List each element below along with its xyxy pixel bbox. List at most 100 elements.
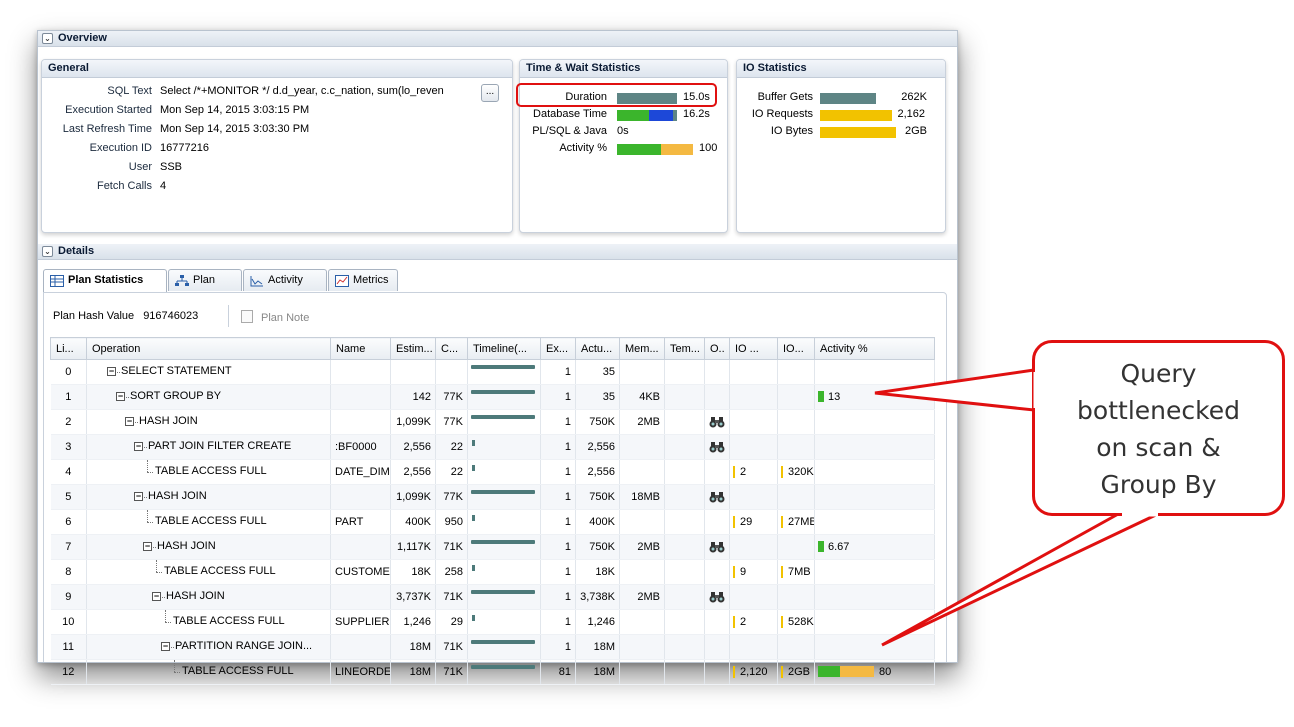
collapse-tree-icon[interactable]: −	[116, 392, 125, 401]
tab-plan[interactable]: Plan	[168, 269, 242, 291]
cell-exec: 81	[540, 659, 576, 685]
collapse-tree-icon[interactable]: −	[134, 442, 143, 451]
operation-label: HASH JOIN	[166, 590, 225, 602]
collapse-chevron-icon[interactable]: ⌄	[42, 33, 53, 44]
cell-line: 5	[50, 484, 87, 510]
io-label: IO Requests	[751, 108, 813, 120]
table-row[interactable]: 9 − HASH JOIN 3,737K 71K 1 3,738K 2MB	[50, 584, 935, 610]
callout-line: bottlenecked	[1077, 396, 1240, 425]
value-name: SUPPLIER	[335, 616, 390, 628]
cell-temp	[664, 409, 705, 435]
cell-op: − PARTITION RANGE JOIN...	[86, 634, 331, 660]
cell-op: − PART JOIN FILTER CREATE	[86, 434, 331, 460]
time-wait-bar	[617, 144, 661, 155]
cell-io-req	[729, 634, 778, 660]
value-exec: 81	[558, 666, 571, 678]
general-panel-title: General	[42, 60, 512, 78]
tab-metrics[interactable]: Metrics	[328, 269, 398, 291]
table-row[interactable]: 7 − HASH JOIN 1,117K 71K 1 750K 2MB 6.67	[50, 534, 935, 560]
column-header[interactable]: Ex...	[540, 337, 576, 360]
collapse-tree-icon[interactable]: −	[134, 492, 143, 501]
binoculars-icon[interactable]	[709, 591, 725, 603]
general-row-label: Fetch Calls	[96, 180, 152, 192]
activity-value: 13	[828, 391, 841, 403]
column-header[interactable]: IO ...	[729, 337, 778, 360]
cell-line: 7	[50, 534, 87, 560]
table-row[interactable]: 5 − HASH JOIN 1,099K 77K 1 750K 18MB	[50, 484, 935, 510]
cell-bino	[704, 634, 730, 660]
cell-line: 1	[50, 384, 87, 410]
column-header[interactable]: Actu...	[575, 337, 620, 360]
sql-text-more-button[interactable]: ...	[481, 84, 499, 102]
collapse-tree-icon[interactable]: −	[161, 642, 170, 651]
general-row-label: SQL Text	[107, 85, 152, 97]
column-header[interactable]: IO...	[777, 337, 815, 360]
table-row[interactable]: 1 − SORT GROUP BY 142 77K 1 35 4KB 13	[50, 384, 935, 410]
value-actual: 35	[602, 391, 615, 403]
cell-actual: 18M	[575, 634, 620, 660]
io-value: 2GB	[904, 125, 927, 137]
plan-note-button[interactable]: Plan Note	[241, 310, 309, 324]
table-row[interactable]: 4 TABLE ACCESS FULL DATE_DIM 2,556 22 1 2,556 2…	[50, 459, 935, 485]
table-row[interactable]: 10 TABLE ACCESS FULL SUPPLIER 1,246 29 1 1,246…	[50, 609, 935, 635]
io-value: 9	[740, 566, 747, 578]
collapse-chevron-icon[interactable]: ⌄	[42, 246, 53, 257]
cell-timeline	[467, 509, 541, 535]
table-row[interactable]: 12 TABLE ACCESS FULL LINEORDE 18M 71K 81 18M 2,…	[50, 659, 935, 685]
table-row[interactable]: 0 − SELECT STATEMENT 1 35	[50, 359, 935, 385]
collapse-tree-icon[interactable]: −	[107, 367, 116, 376]
time-wait-bar	[649, 110, 673, 121]
cell-exec: 1	[540, 584, 576, 610]
details-section-header[interactable]: ⌄ Details	[38, 244, 957, 260]
table-row[interactable]: 2 − HASH JOIN 1,099K 77K 1 750K 2MB	[50, 409, 935, 435]
binoculars-icon[interactable]	[709, 441, 725, 453]
table-row[interactable]: 6 TABLE ACCESS FULL PART 400K 950 1 400K 29 27MB	[50, 509, 935, 535]
plan-statistics-table: Li... Operation Name Estim... C... Timeline(.…	[50, 337, 935, 685]
binoculars-icon[interactable]	[709, 416, 725, 428]
tab-activity[interactable]: Activity	[243, 269, 327, 291]
operation-tree-node: TABLE ACCESS FULL	[91, 610, 326, 634]
cell-op: TABLE ACCESS FULL	[86, 559, 331, 585]
column-header[interactable]: Operation	[86, 337, 331, 360]
operation-label: PARTITION RANGE JOIN...	[175, 640, 313, 652]
column-header[interactable]: Tem...	[664, 337, 705, 360]
collapse-tree-icon[interactable]: −	[125, 417, 134, 426]
operation-tree-node: − HASH JOIN	[91, 535, 326, 559]
column-header[interactable]: Activity %	[814, 337, 935, 360]
cell-io-req: 2,120	[729, 659, 778, 685]
cell-actual: 35	[575, 384, 620, 410]
time-wait-value: 0s	[617, 125, 629, 137]
column-header[interactable]: Timeline(...	[467, 337, 541, 360]
operation-label: TABLE ACCESS FULL	[182, 665, 294, 677]
table-row[interactable]: 11 − PARTITION RANGE JOIN... 18M 71K 1 18M	[50, 634, 935, 660]
cell-activity	[814, 559, 935, 585]
binoculars-icon[interactable]	[709, 491, 725, 503]
column-header[interactable]: Estim...	[390, 337, 436, 360]
cell-est: 1,117K	[390, 534, 436, 560]
binoculars-icon[interactable]	[709, 541, 725, 553]
tab-plan-statistics[interactable]: Plan Statistics	[43, 269, 167, 292]
column-header[interactable]: C...	[435, 337, 468, 360]
time-wait-label: PL/SQL & Java	[532, 125, 607, 137]
collapse-tree-icon[interactable]: −	[143, 542, 152, 551]
column-header[interactable]: Li...	[50, 337, 87, 360]
general-row-value: SSB	[160, 161, 183, 173]
column-header[interactable]: Mem...	[619, 337, 665, 360]
column-header[interactable]: O..	[704, 337, 730, 360]
table-row[interactable]: 8 TABLE ACCESS FULL CUSTOMEI 18K 258 1 18K 9 7MB	[50, 559, 935, 585]
time-wait-label: Database Time	[533, 108, 607, 120]
collapse-tree-icon[interactable]: −	[152, 592, 161, 601]
cell-bino	[704, 484, 730, 510]
tree-connector	[126, 397, 129, 398]
cell-actual: 750K	[575, 409, 620, 435]
cell-mem: 2MB	[619, 584, 665, 610]
line-id: 5	[65, 491, 72, 503]
table-row[interactable]: 3 − PART JOIN FILTER CREATE:BF0000 2,556 22 1…	[50, 434, 935, 460]
cell-cost: 950	[435, 509, 468, 535]
cell-cost: 29	[435, 609, 468, 635]
operation-tree-node: − PART JOIN FILTER CREATE	[91, 435, 326, 459]
cell-temp	[664, 609, 705, 635]
overview-section-header[interactable]: ⌄ Overview	[38, 31, 957, 47]
cell-timeline	[467, 634, 541, 660]
column-header[interactable]: Name	[330, 337, 391, 360]
